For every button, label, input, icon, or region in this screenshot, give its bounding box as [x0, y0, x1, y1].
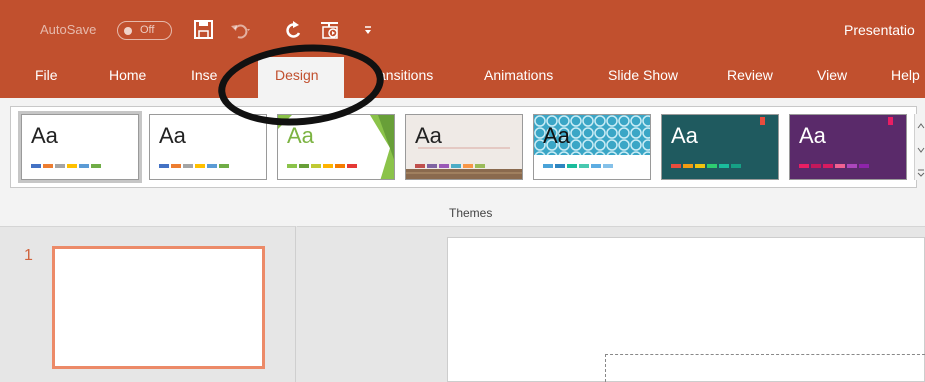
theme-wood-type[interactable]: Aa [405, 114, 523, 180]
autosave-toggle[interactable]: Off [117, 21, 172, 40]
autosave-label: AutoSave [40, 22, 97, 37]
tab-insert[interactable]: Inse [191, 57, 217, 98]
tab-slide-show[interactable]: Slide Show [608, 57, 678, 98]
save-icon[interactable] [191, 17, 217, 43]
gallery-scroll-arrows[interactable] [914, 114, 925, 180]
document-title: Presentatio [844, 22, 915, 38]
theme-sample-text: Aa [671, 123, 698, 148]
redo-icon[interactable] [280, 17, 306, 43]
tab-animations[interactable]: Animations [484, 57, 553, 98]
start-from-beginning-icon[interactable] [318, 17, 344, 43]
theme-color-swatches [31, 164, 103, 168]
theme-color-swatches [287, 164, 359, 168]
tab-transitions[interactable]: ansitions [378, 57, 433, 98]
theme-color-swatches [799, 164, 871, 168]
tab-view[interactable]: View [817, 57, 847, 98]
theme-color-swatches [415, 164, 487, 168]
toggle-knob [124, 26, 132, 35]
theme-office-2[interactable]: Aa [149, 114, 267, 180]
tab-help[interactable]: Help [891, 57, 920, 98]
theme-color-swatches [543, 164, 615, 168]
ribbon-tabs: File Home Inse Design ansitions Animatio… [0, 57, 925, 98]
theme-ion-pattern[interactable]: Aa [533, 114, 651, 180]
theme-sample-text: Aa [287, 123, 314, 148]
tab-home[interactable]: Home [109, 57, 146, 98]
theme-sample-text: Aa [31, 123, 58, 148]
undo-icon[interactable] [227, 17, 253, 43]
autosave-state: Off [140, 24, 155, 36]
theme-sample-text: Aa [543, 123, 570, 148]
title-bar: AutoSave Off Presentatio [0, 0, 925, 57]
theme-office[interactable]: Aa [18, 111, 142, 183]
tab-file[interactable]: File [35, 57, 58, 98]
themes-group-label: Themes [449, 206, 493, 220]
title-placeholder[interactable] [605, 354, 925, 382]
theme-color-swatches [671, 164, 743, 168]
tab-review[interactable]: Review [727, 57, 773, 98]
slide-number: 1 [24, 247, 33, 264]
theme-sample-text: Aa [159, 123, 186, 148]
theme-color-swatches [159, 164, 231, 168]
theme-sample-text: Aa [415, 123, 442, 148]
theme-ion[interactable]: Aa [661, 114, 779, 180]
slide-thumbnail[interactable] [52, 246, 265, 369]
theme-sample-text: Aa [799, 123, 826, 148]
customize-qat-icon[interactable] [362, 17, 388, 43]
theme-ion-boardroom[interactable]: Aa [789, 114, 907, 180]
